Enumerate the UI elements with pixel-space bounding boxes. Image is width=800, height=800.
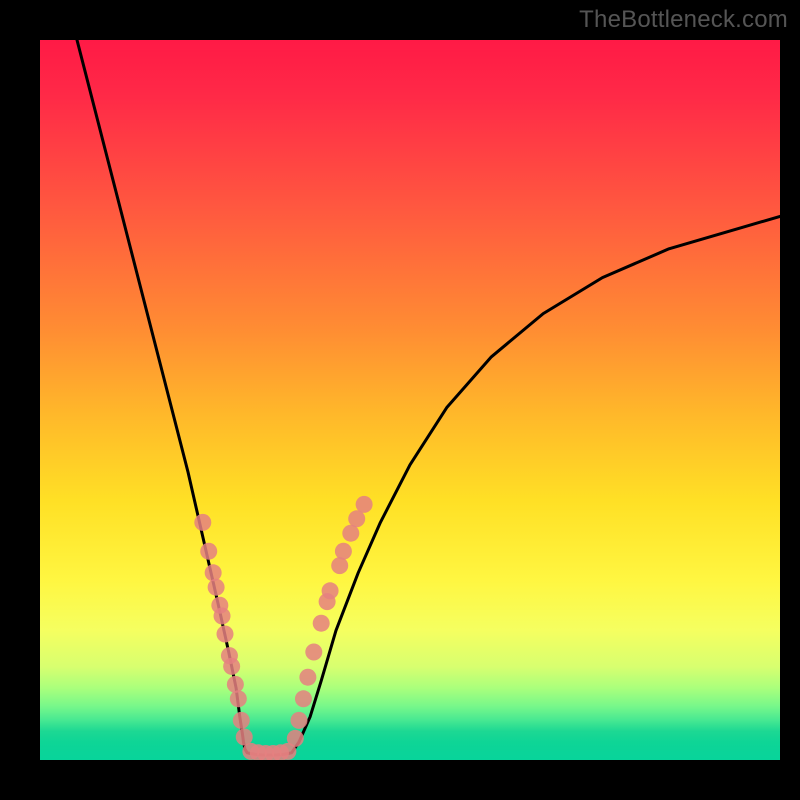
data-point-left bbox=[223, 658, 240, 675]
dot-group bbox=[194, 496, 372, 760]
data-point-right bbox=[331, 557, 348, 574]
chart-frame: TheBottleneck.com bbox=[0, 0, 800, 800]
data-point-right bbox=[335, 543, 352, 560]
chart-svg bbox=[40, 40, 780, 760]
plot-area bbox=[40, 40, 780, 760]
data-point-right bbox=[322, 582, 339, 599]
data-point-right bbox=[348, 510, 365, 527]
data-point-right bbox=[295, 690, 312, 707]
curve-group bbox=[77, 40, 780, 755]
data-point-left bbox=[230, 690, 247, 707]
data-point-left bbox=[227, 676, 244, 693]
data-point-left bbox=[200, 543, 217, 560]
data-point-left bbox=[233, 712, 250, 729]
data-point-bottom bbox=[279, 743, 296, 760]
data-point-left bbox=[208, 579, 225, 596]
data-point-right bbox=[291, 712, 308, 729]
watermark-text: TheBottleneck.com bbox=[579, 6, 788, 34]
data-point-right bbox=[356, 496, 373, 513]
data-point-right bbox=[305, 644, 322, 661]
data-point-left bbox=[194, 514, 211, 531]
data-point-left bbox=[205, 564, 222, 581]
data-point-left bbox=[214, 608, 231, 625]
data-point-right bbox=[313, 615, 330, 632]
data-point-right bbox=[299, 669, 316, 686]
bottleneck-curve bbox=[77, 40, 780, 755]
data-point-left bbox=[217, 626, 234, 643]
